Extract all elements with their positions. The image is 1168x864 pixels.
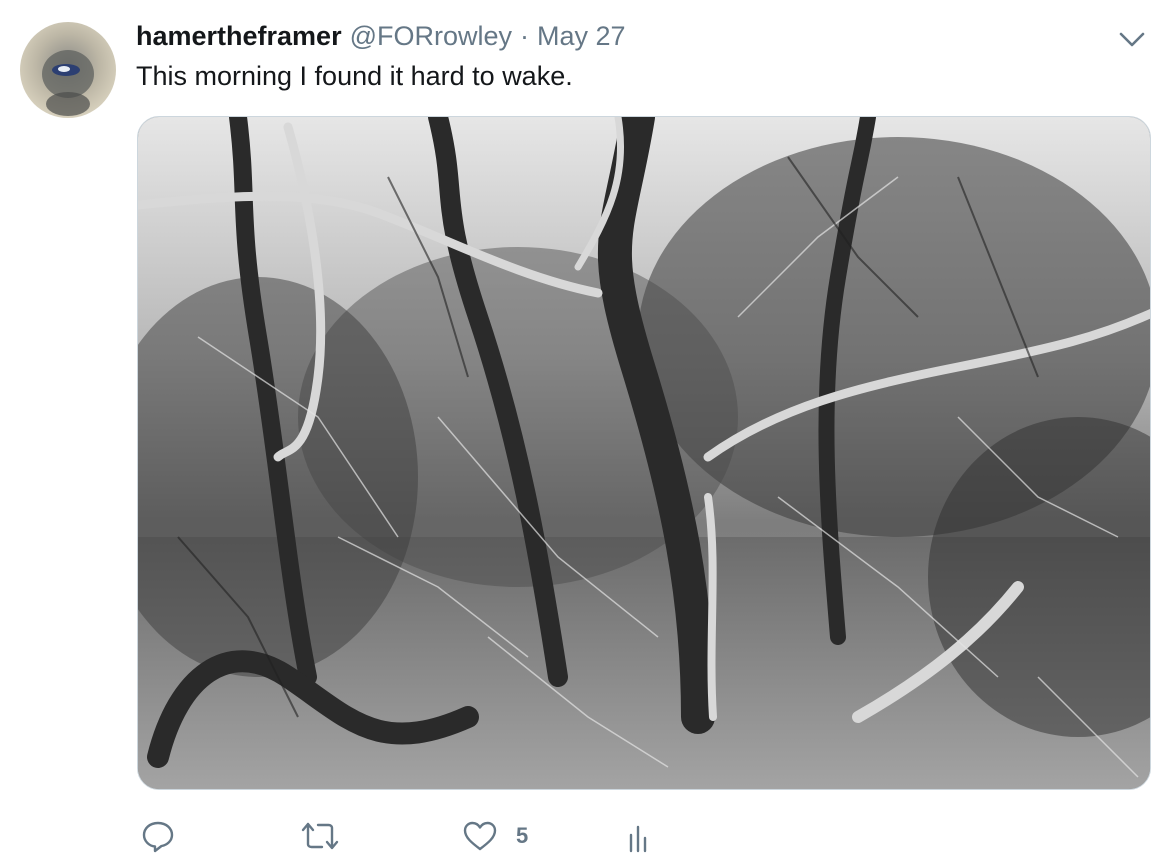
forest-photo-image: [138, 117, 1150, 789]
separator-dot: ·: [520, 20, 530, 51]
avatar-image: [20, 22, 116, 118]
user-handle[interactable]: @FORrowley: [350, 21, 512, 52]
retweet-icon: [301, 822, 339, 850]
retweet-button[interactable]: [300, 814, 340, 858]
display-name[interactable]: hamertheframer: [136, 21, 342, 52]
chevron-down-icon[interactable]: [1114, 24, 1150, 54]
tweet-actions: 5: [140, 814, 700, 858]
tweet-photo[interactable]: [137, 116, 1151, 790]
tweet-text: This morning I found it hard to wake.: [136, 61, 573, 91]
analytics-button[interactable]: [624, 814, 654, 858]
heart-icon: [463, 821, 497, 851]
like-button[interactable]: 5: [462, 814, 528, 858]
tweet-header: hamertheframer @FORrowley · May 27: [136, 18, 626, 54]
reply-icon: [142, 821, 174, 853]
tweet-date[interactable]: May 27: [537, 21, 626, 52]
analytics-icon: [629, 825, 647, 853]
like-count: 5: [516, 823, 529, 848]
avatar[interactable]: [20, 22, 116, 118]
reply-button[interactable]: [140, 814, 176, 858]
